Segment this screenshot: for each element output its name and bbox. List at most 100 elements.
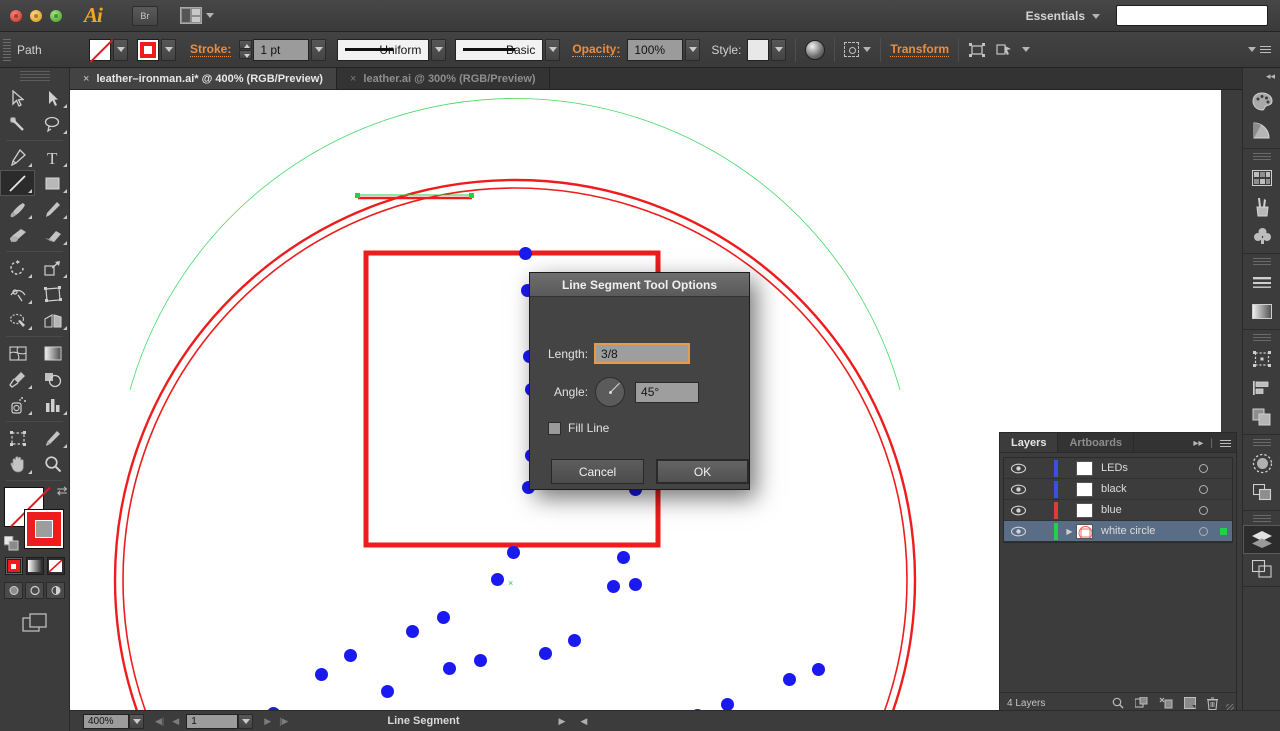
panel-menu-icon[interactable] <box>1220 440 1231 447</box>
layer-target-indicator[interactable] <box>1192 506 1214 515</box>
pathfinder-panel-icon[interactable] <box>1243 402 1280 431</box>
tool-scale[interactable] <box>35 255 70 281</box>
stroke-dropdown[interactable] <box>161 39 176 61</box>
default-fill-stroke-icon[interactable] <box>4 536 19 551</box>
select-similar-button[interactable] <box>996 42 1030 58</box>
stroke-panel-icon[interactable] <box>1243 268 1280 297</box>
led-dot[interactable] <box>617 551 630 564</box>
close-window-button[interactable] <box>10 10 22 22</box>
fill-line-row[interactable]: Fill Line <box>548 421 609 435</box>
led-dot[interactable] <box>406 625 419 638</box>
led-dot[interactable] <box>507 546 520 559</box>
graphic-style-dropdown[interactable] <box>771 39 786 61</box>
stroke-weight-input[interactable]: 1 pt <box>253 39 309 61</box>
previous-artboard-icon[interactable]: ◀ <box>168 716 183 727</box>
tool-blend[interactable] <box>35 366 70 392</box>
artboard-number-dropdown[interactable] <box>238 714 253 729</box>
align-button[interactable] <box>968 42 986 58</box>
led-dot[interactable] <box>539 647 552 660</box>
zoom-level-input[interactable]: 400% <box>83 714 129 729</box>
layer-target-indicator[interactable] <box>1192 527 1214 536</box>
create-clipping-mask-icon[interactable] <box>1159 697 1173 710</box>
layer-row[interactable]: LEDs <box>1004 458 1232 479</box>
angle-input[interactable]: 45° <box>635 382 699 403</box>
angle-dial[interactable] <box>595 377 625 407</box>
tool-eyedropper[interactable] <box>0 366 35 392</box>
led-dot[interactable] <box>568 634 581 647</box>
draw-behind-button[interactable] <box>25 582 44 599</box>
tool-free-transform[interactable] <box>35 281 70 307</box>
line-segment-tool-options-dialog[interactable]: Line Segment Tool Options Length: 3/8 An… <box>529 272 750 490</box>
led-dot[interactable] <box>315 668 328 681</box>
zoom-level-dropdown[interactable] <box>129 714 144 729</box>
layer-row[interactable]: blue <box>1004 500 1232 521</box>
artboard-number-input[interactable]: 1 <box>186 714 238 729</box>
maximize-window-button[interactable] <box>50 10 62 22</box>
draw-inside-button[interactable] <box>46 582 65 599</box>
appearance-panel-icon[interactable] <box>1243 449 1280 478</box>
tool-hand[interactable] <box>0 451 35 477</box>
control-bar-grip[interactable] <box>3 39 11 61</box>
graphic-styles-icon[interactable] <box>1243 478 1280 507</box>
layers-list[interactable]: LEDsblackblue▶white circle <box>1003 457 1233 543</box>
tool-mesh[interactable] <box>0 340 35 366</box>
tool-perspective-grid[interactable] <box>35 307 70 333</box>
arrange-documents-button[interactable] <box>180 7 214 24</box>
tool-rotate[interactable] <box>0 255 35 281</box>
stroke-weight-stepper[interactable] <box>239 40 252 59</box>
make-sublayer-icon[interactable] <box>1135 697 1148 710</box>
led-dot[interactable] <box>443 662 456 675</box>
color-panel-icon[interactable] <box>1243 87 1280 116</box>
cancel-button[interactable]: Cancel <box>551 459 644 484</box>
gradient-mode-button[interactable] <box>26 557 44 575</box>
layer-row[interactable]: black <box>1004 479 1232 500</box>
tool-direct-selection[interactable] <box>35 85 70 111</box>
control-bar-menu-icon[interactable] <box>1260 46 1271 53</box>
swatches-panel-icon[interactable] <box>1243 163 1280 192</box>
dock-group-grip[interactable] <box>1253 334 1271 341</box>
tool-type[interactable]: T <box>35 144 70 170</box>
layer-row[interactable]: ▶white circle <box>1004 521 1232 542</box>
led-dot[interactable] <box>491 573 504 586</box>
layer-selection-indicator[interactable] <box>1214 528 1232 535</box>
led-dot[interactable] <box>381 685 394 698</box>
isolate-selected-button[interactable] <box>844 42 871 57</box>
layer-target-indicator[interactable] <box>1192 464 1214 473</box>
tools-panel-grip[interactable] <box>20 71 50 83</box>
length-input[interactable]: 3/8 <box>594 343 690 364</box>
tool-pen[interactable] <box>0 144 35 170</box>
led-dot[interactable] <box>783 673 796 686</box>
ok-button[interactable]: OK <box>656 459 749 484</box>
scroll-left-icon[interactable]: ◀ <box>576 716 591 727</box>
opacity-input[interactable]: 100% <box>627 39 683 61</box>
led-dot[interactable] <box>437 611 450 624</box>
led-dot[interactable] <box>607 580 620 593</box>
draw-normal-button[interactable] <box>4 582 23 599</box>
fill-swatch[interactable] <box>89 39 111 61</box>
tool-gradient[interactable] <box>35 340 70 366</box>
tool-selection[interactable] <box>0 85 35 111</box>
align-panel-icon[interactable] <box>1243 373 1280 402</box>
tool-paintbrush[interactable] <box>0 196 35 222</box>
dock-group-grip[interactable] <box>1253 258 1271 265</box>
swap-fill-stroke-icon[interactable]: ⇄ <box>57 483 68 499</box>
layer-target-indicator[interactable] <box>1192 485 1214 494</box>
artboards-panel-icon[interactable] <box>1243 554 1280 583</box>
close-icon[interactable]: × <box>83 73 89 85</box>
status-menu-icon[interactable]: ▶ <box>555 716 570 727</box>
last-artboard-icon[interactable]: |▶ <box>275 716 292 727</box>
color-mode-button[interactable] <box>5 557 23 575</box>
none-mode-button[interactable] <box>47 557 65 575</box>
opacity-gradient-icon[interactable] <box>805 40 825 60</box>
brush-definition-select[interactable]: Basic <box>455 39 543 61</box>
tool-eraser[interactable] <box>35 222 70 248</box>
fill-dropdown[interactable] <box>113 39 128 61</box>
tool-rectangle[interactable] <box>35 170 70 196</box>
transform-button[interactable]: Transform <box>890 42 949 57</box>
layers-panel[interactable]: Layers Artboards ▸▸ | LEDsblackblue▶whit… <box>999 432 1237 715</box>
tool-symbol-sprayer[interactable] <box>0 392 35 418</box>
dock-group-grip[interactable] <box>1253 515 1271 522</box>
tool-line-segment[interactable] <box>0 170 35 196</box>
bridge-button[interactable]: Br <box>132 6 158 26</box>
led-dot[interactable] <box>812 663 825 676</box>
